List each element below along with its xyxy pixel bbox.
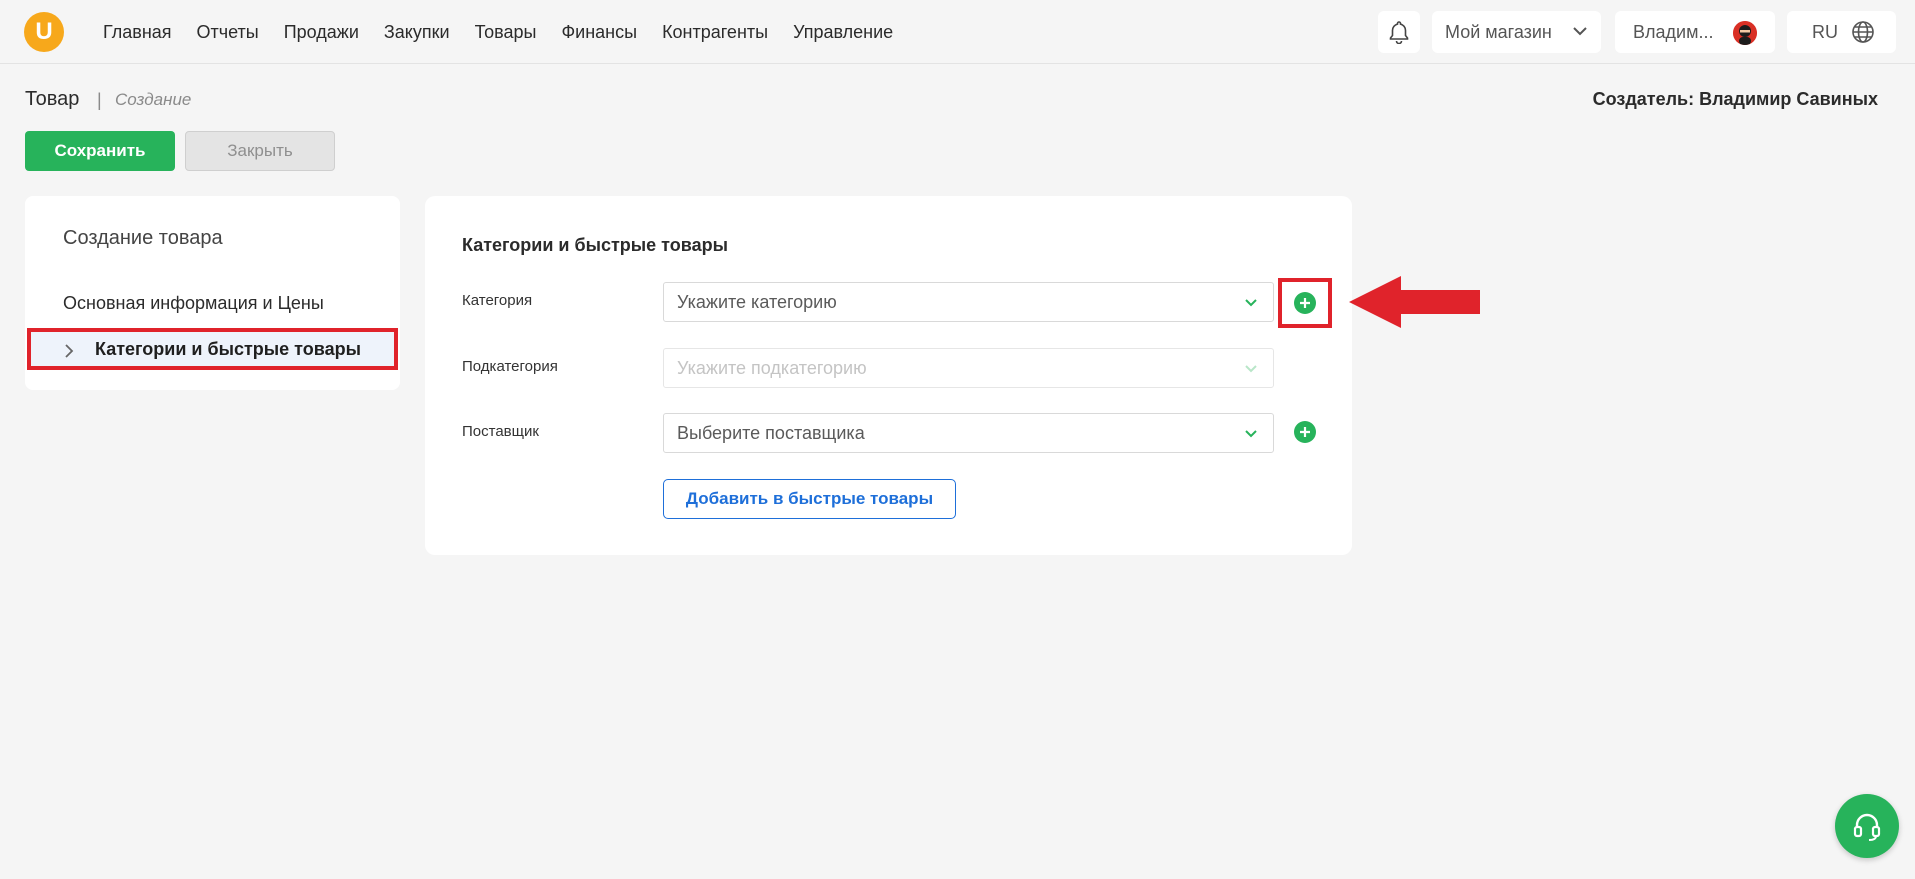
bell-icon (1389, 21, 1409, 44)
sidebar: Создание товара Основная информация и Це… (25, 196, 400, 390)
nav-finance[interactable]: Финансы (561, 22, 637, 43)
nav-products[interactable]: Товары (475, 22, 537, 43)
chevron-right-icon (65, 344, 74, 358)
chevron-down-icon (1245, 299, 1257, 307)
support-chat-button[interactable] (1835, 794, 1899, 858)
headset-icon (1853, 813, 1881, 841)
subcategory-placeholder: Укажите подкатегорию (677, 357, 867, 378)
main-nav: Главная Отчеты Продажи Закупки Товары Фи… (103, 0, 918, 64)
nav-home[interactable]: Главная (103, 22, 172, 43)
avatar (1733, 21, 1757, 45)
sidebar-item-categories[interactable]: Категории и быстрые товары (27, 328, 398, 370)
user-menu[interactable]: Владим... (1615, 11, 1775, 53)
close-button[interactable]: Закрыть (185, 131, 335, 171)
supplier-select[interactable]: Выберите поставщика (663, 413, 1274, 453)
section-heading: Категории и быстрые товары (462, 235, 728, 255)
nav-contractors[interactable]: Контрагенты (662, 22, 768, 43)
subcategory-label: Подкатегория (462, 358, 558, 375)
categories-card: Категории и быстрые товары Категория Ука… (425, 196, 1352, 555)
user-name: Владим... (1633, 21, 1714, 42)
page-title: Товар (25, 88, 80, 110)
category-select[interactable]: Укажите категорию (663, 282, 1274, 322)
title-separator: | (97, 90, 102, 110)
add-category-button[interactable] (1294, 292, 1316, 314)
chevron-down-icon (1573, 27, 1587, 36)
nav-reports[interactable]: Отчеты (197, 22, 259, 43)
notifications-button[interactable] (1378, 11, 1420, 53)
logo-letter: U (35, 18, 53, 45)
creator-label: Создатель: Владимир Савиных (1592, 89, 1878, 109)
nav-sales[interactable]: Продажи (284, 22, 359, 43)
sidebar-title: Создание товара (63, 227, 223, 249)
nav-management[interactable]: Управление (793, 22, 893, 43)
app-logo[interactable]: U (24, 12, 64, 52)
save-button[interactable]: Сохранить (25, 131, 175, 171)
globe-icon (1852, 21, 1874, 43)
plus-circle-icon (1300, 298, 1310, 308)
chevron-down-icon (1245, 365, 1257, 373)
language-selector[interactable]: RU (1787, 11, 1896, 53)
sidebar-item-main-info[interactable]: Основная информация и Цены (63, 293, 324, 314)
store-label: Мой магазин (1445, 21, 1552, 42)
category-placeholder: Укажите категорию (677, 291, 837, 312)
arrow-annotation (1349, 276, 1480, 328)
category-label: Категория (462, 292, 533, 309)
chevron-down-icon (1245, 430, 1257, 438)
plus-circle-icon (1300, 427, 1310, 437)
supplier-label: Поставщик (462, 423, 539, 440)
top-bar: U Главная Отчеты Продажи Закупки Товары … (0, 0, 1915, 64)
store-selector[interactable]: Мой магазин (1432, 11, 1601, 53)
sidebar-item-label: Категории и быстрые товары (95, 338, 361, 359)
supplier-placeholder: Выберите поставщика (677, 422, 865, 443)
language-label: RU (1812, 21, 1838, 42)
add-to-quick-products-button[interactable]: Добавить в быстрые товары (663, 479, 956, 519)
page-subtitle: Создание (115, 90, 192, 109)
subcategory-select[interactable]: Укажите подкатегорию (663, 348, 1274, 388)
nav-purchases[interactable]: Закупки (384, 22, 450, 43)
add-supplier-button[interactable] (1294, 421, 1316, 443)
